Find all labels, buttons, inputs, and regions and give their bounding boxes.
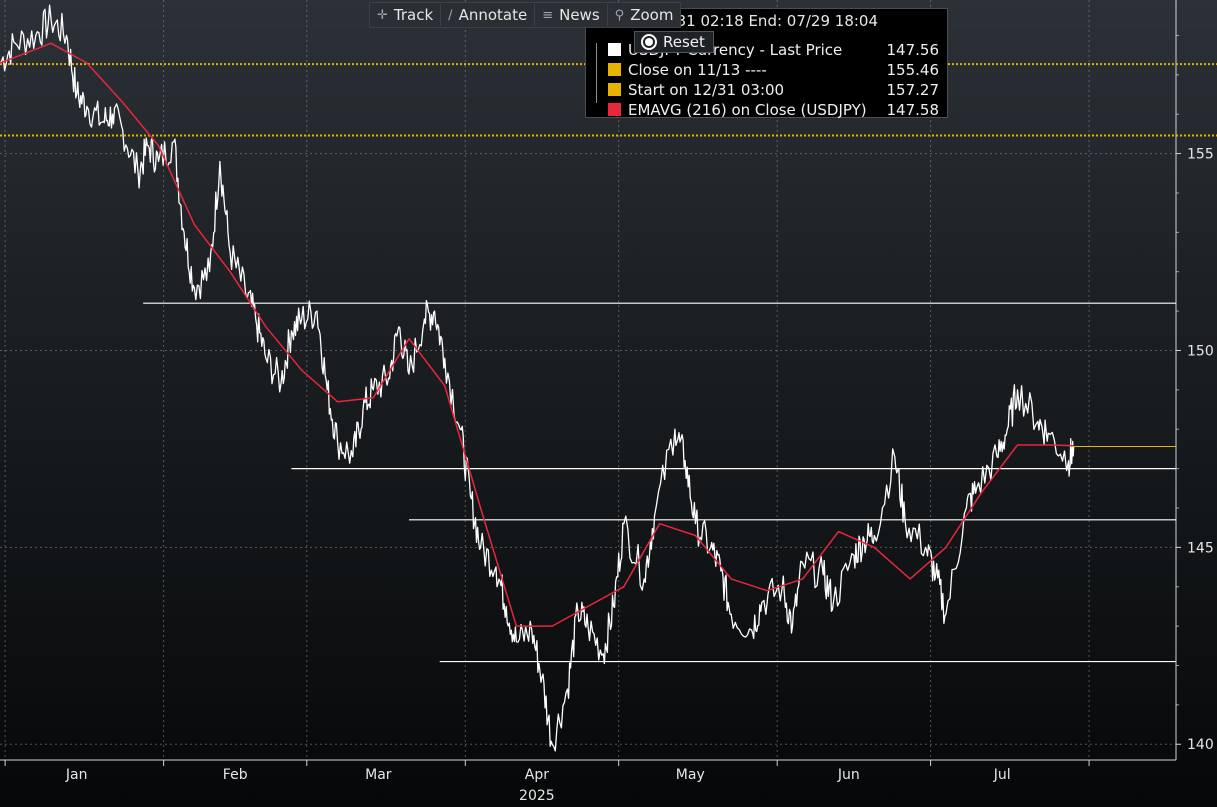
news-button[interactable]: ≡ News xyxy=(535,4,608,26)
track-button[interactable]: ✛ Track xyxy=(370,4,442,26)
y-tick-label: 140 xyxy=(1187,737,1214,753)
x-tick-label: May xyxy=(676,767,705,783)
pencil-icon: ∕ xyxy=(448,7,453,23)
legend-value: 157.27 xyxy=(886,80,940,99)
x-tick-label: Jul xyxy=(993,767,1011,783)
horizontal-levels xyxy=(143,302,1176,663)
reset-button[interactable]: Reset xyxy=(634,31,714,53)
x-year-label: 2025 xyxy=(519,788,555,804)
legend-row-close-1113[interactable]: Close on 11/13 ---- 155.46 xyxy=(608,60,939,79)
legend-value: 147.58 xyxy=(886,100,940,119)
legend-tree-line xyxy=(596,43,603,103)
reset-icon xyxy=(645,38,653,46)
reset-label: Reset xyxy=(663,33,705,51)
news-label: News xyxy=(559,6,600,24)
x-tick-label: Jun xyxy=(837,767,860,783)
y-tick-label: 155 xyxy=(1187,147,1214,163)
legend-swatch xyxy=(608,63,621,76)
legend-label: Start on 12/31 03:00 xyxy=(628,80,785,99)
annotate-label: Annotate xyxy=(458,6,528,24)
x-tick-label: Feb xyxy=(223,767,248,783)
legend-label: EMAVG (216) on Close (USDJPY) xyxy=(628,100,867,119)
x-tick-label: Apr xyxy=(525,767,549,783)
series-line-emavg xyxy=(0,42,1074,627)
legend-swatch xyxy=(608,43,621,56)
x-tick-label: Jan xyxy=(65,767,88,783)
legend-row-start-1231[interactable]: Start on 12/31 03:00 157.27 xyxy=(608,80,939,99)
magnifier-icon: ⚲ xyxy=(614,7,625,23)
news-icon: ≡ xyxy=(542,7,554,23)
chart-toolbar: ✛ Track ∕ Annotate ≡ News ⚲ Zoom xyxy=(369,2,682,28)
usdjpy-chart[interactable]: Jan Feb Mar Apr May Jun Jul 2025 140 145 150 155 xyxy=(0,0,1217,807)
legend-row-emavg[interactable]: EMAVG (216) on Close (USDJPY) 147.58 xyxy=(608,100,939,119)
legend-label: Close on 11/13 ---- xyxy=(628,60,767,79)
crosshair-icon: ✛ xyxy=(377,7,388,23)
x-tick-label: Mar xyxy=(365,767,392,783)
legend-value: 147.56 xyxy=(886,40,940,59)
track-label: Track xyxy=(393,6,434,24)
annotate-button[interactable]: ∕ Annotate xyxy=(441,4,536,26)
y-tick-label: 145 xyxy=(1187,540,1214,556)
legend-value: 155.46 xyxy=(886,60,940,79)
legend-swatch xyxy=(608,83,621,96)
zoom-label: Zoom xyxy=(630,6,674,24)
legend-swatch xyxy=(608,103,621,116)
y-tick-label: 150 xyxy=(1187,343,1214,359)
zoom-button[interactable]: ⚲ Zoom xyxy=(608,4,681,26)
